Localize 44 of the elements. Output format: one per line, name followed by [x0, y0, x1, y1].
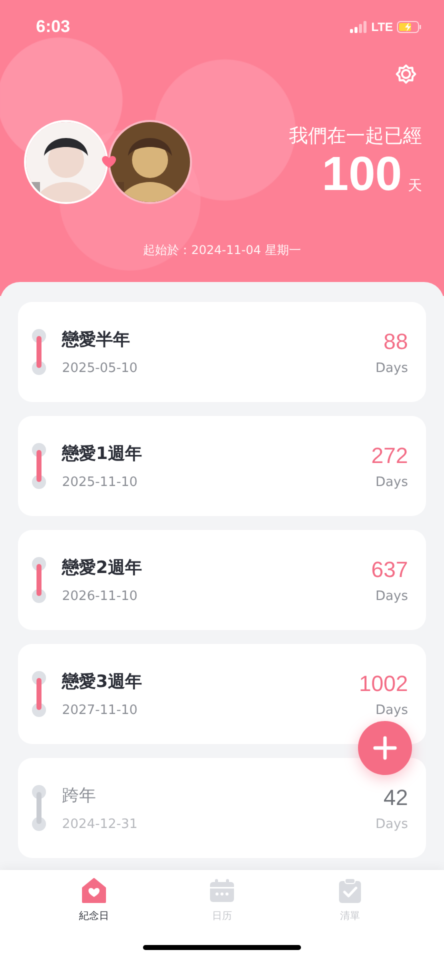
event-date: 2025-05-10 — [62, 361, 139, 376]
timeline-icon — [32, 329, 46, 375]
event-card[interactable]: 戀愛1週年 2025-11-10 272 Days — [18, 416, 426, 516]
days-count: 1002 — [359, 670, 408, 696]
event-date: 2026-11-10 — [62, 589, 139, 604]
status-time: 6:03 — [36, 17, 70, 37]
plus-icon — [373, 736, 397, 760]
event-date: 2024-12-31 — [62, 817, 139, 832]
days-count: 42 — [384, 784, 408, 810]
battery-icon — [397, 21, 422, 33]
event-name: 戀愛2週年 — [62, 557, 143, 579]
event-name: 戀愛1週年 — [62, 443, 143, 465]
event-card[interactable]: 戀愛2週年 2026-11-10 637 Days — [18, 530, 426, 630]
event-date: 2027-11-10 — [62, 703, 139, 718]
days-count: 88 — [384, 328, 408, 354]
day-count: 100 — [322, 148, 402, 202]
event-card[interactable]: 戀愛3週年 2027-11-10 1002 Days — [18, 644, 426, 744]
timeline-icon — [32, 557, 46, 603]
timeline-icon — [32, 671, 46, 717]
days-unit: Days — [376, 360, 408, 376]
event-name: 戀愛半年 — [62, 329, 131, 351]
event-date: 2025-11-10 — [62, 475, 139, 490]
tab[interactable]: 紀念日 — [54, 878, 134, 928]
event-card[interactable]: 戀愛半年 2025-05-10 88 Days — [18, 302, 426, 402]
start-date: 起始於：2024-11-04 星期一 — [142, 242, 302, 259]
calendar-icon — [209, 878, 235, 904]
days-unit: Days — [376, 702, 408, 718]
signal-icon — [350, 21, 368, 33]
days-unit: Days — [376, 588, 408, 604]
timeline-icon — [32, 785, 46, 831]
checklist-icon — [337, 878, 363, 904]
day-unit: 天 — [408, 177, 422, 196]
event-name: 跨年 — [62, 785, 97, 807]
anniversary-icon — [81, 878, 107, 904]
event-name: 戀愛3週年 — [62, 671, 143, 693]
together-label: 我們在一起已經 — [289, 124, 422, 149]
heart-icon — [102, 156, 116, 168]
timeline-icon — [32, 443, 46, 489]
days-count: 637 — [371, 556, 408, 582]
days-unit: Days — [376, 816, 408, 832]
event-card[interactable]: 跨年 2024-12-31 42 Days — [18, 758, 426, 858]
days-unit: Days — [376, 474, 408, 490]
network-label: LTE — [371, 20, 393, 34]
days-count: 272 — [371, 442, 408, 468]
